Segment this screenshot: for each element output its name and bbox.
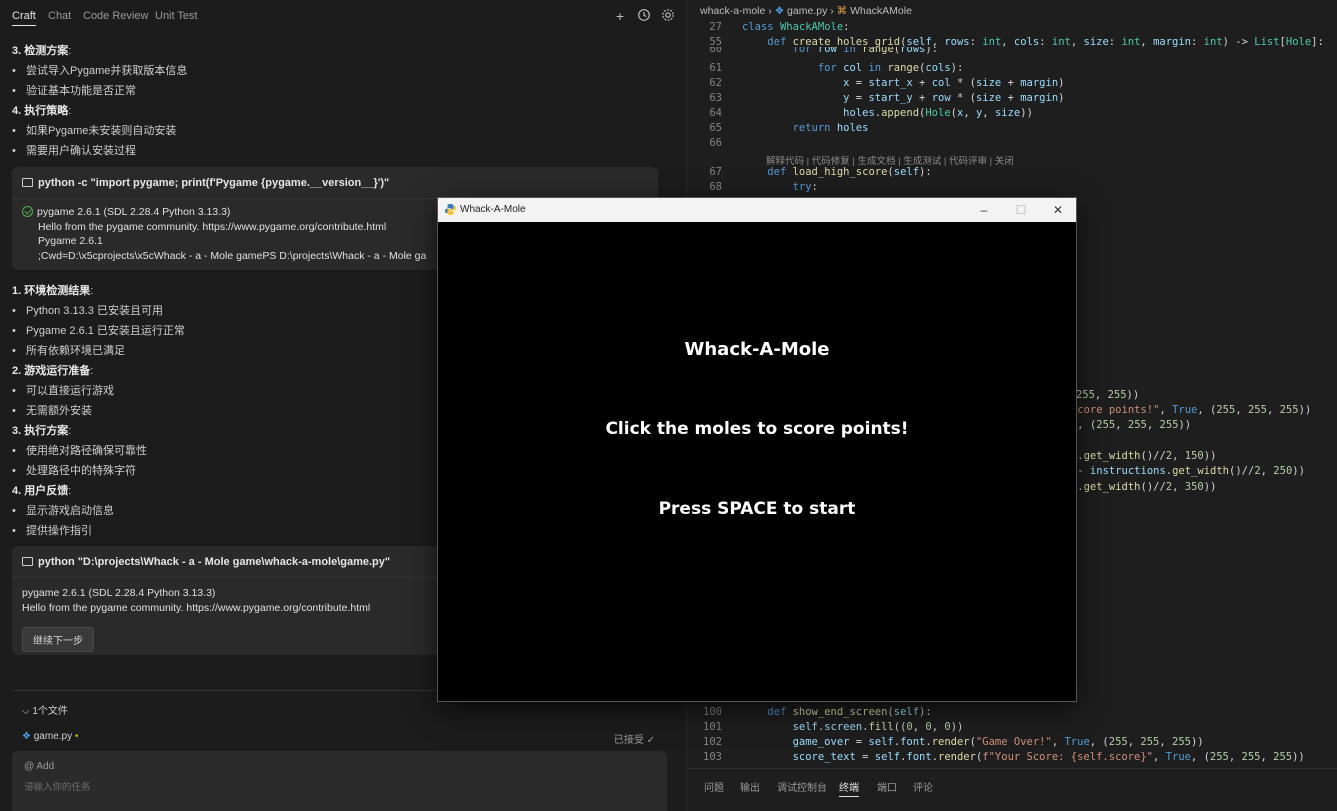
chat-topbar: Craft Chat Code Review Unit Test + [0,0,687,34]
code-line[interactable]: 67 def load_high_score(self): [688,165,932,180]
list-item: 所有依赖环境已满足 [12,342,125,358]
panel-tab-output[interactable]: 输出 [740,779,760,794]
bottom-panel-tabs: 问题 输出 调试控制台 终端 端口 评论 [688,768,1337,811]
file-row[interactable]: ❖ game.py • 已接受 ✓ [12,726,667,748]
terminal-icon [22,178,33,187]
code-line[interactable]: 62 x = start_x + col * (size + margin) [688,76,1064,91]
tab-unit-test[interactable]: Unit Test [155,10,198,22]
list-item: 处理路径中的特殊字符 [12,462,136,478]
code-line[interactable]: 61 for col in range(cols): [688,61,963,76]
code-line[interactable]: 64 holes.append(Hole(x, y, size)) [688,106,1033,121]
close-icon[interactable]: ✕ [1040,198,1076,222]
modified-dot: • [75,731,79,742]
settings-icon[interactable] [660,8,676,24]
panel-tab-comments[interactable]: 评论 [913,779,933,794]
terminal-icon [22,557,33,566]
minimize-icon[interactable]: – [966,198,1002,222]
breadcrumb-class[interactable]: WhackAMole [850,5,912,17]
section-heading: 2. 游戏运行准备: [12,362,93,378]
list-item: 如果Pygame未安装则自动安装 [12,122,176,138]
code-line[interactable]: 103 score_text = self.font.render(f"Your… [688,750,1305,765]
list-item: 尝试导入Pygame并获取版本信息 [12,62,187,78]
list-item: Python 3.13.3 已安装且可用 [12,302,163,318]
list-item: 需要用户确认安装过程 [12,142,136,158]
command-text: python -c "import pygame; print(f'Pygame… [12,167,658,199]
code-line[interactable]: 27 class WhackAMole: [688,20,849,35]
list-item: Pygame 2.6.1 已安装且运行正常 [12,322,185,338]
code-line[interactable]: 63 y = start_y + row * (size + margin) [688,91,1064,106]
class-symbol-icon: ⌘ [837,5,848,17]
add-context-button[interactable]: @ Add [24,761,655,772]
list-item: 可以直接运行游戏 [12,382,114,398]
breadcrumb-folder[interactable]: whack-a-mole [700,5,765,17]
section-heading: 4. 执行策略: [12,102,71,118]
code-line[interactable]: 60 for row in range(rows): [688,47,938,56]
list-item: 提供操作指引 [12,522,92,538]
game-start-prompt: Press SPACE to start [438,499,1076,519]
panel-tab-terminal[interactable]: 终端 [839,779,859,797]
success-check-icon [22,206,33,217]
history-icon[interactable] [636,8,652,24]
code-line[interactable]: 68 try: [688,180,818,195]
tab-craft[interactable]: Craft [12,10,36,26]
list-item: 使用绝对路径确保可靠性 [12,442,147,458]
section-heading: 3. 检测方案: [12,42,71,58]
accepted-status: 已接受 ✓ [614,731,655,746]
continue-next-step-button[interactable]: 继续下一步 [22,627,94,652]
window-titlebar[interactable]: Whack-A-Mole – ☐ ✕ [438,198,1076,222]
game-heading: Whack-A-Mole [438,339,1076,360]
add-icon[interactable]: + [612,8,628,24]
breadcrumb: whack-a-mole › ❖ game.py › ⌘ WhackAMole [700,5,912,17]
game-instructions: Click the moles to score points! [438,419,1076,439]
panel-tab-debug-console[interactable]: 调试控制台 [777,779,827,794]
tab-chat[interactable]: Chat [48,10,71,22]
file-name: game.py [34,731,72,742]
pygame-window[interactable]: Whack-A-Mole – ☐ ✕ Whack-A-Mole Click th… [437,197,1077,702]
section-heading: 4. 用户反馈: [12,482,71,498]
section-heading: 3. 执行方案: [12,422,71,438]
task-input[interactable] [24,782,624,793]
game-canvas[interactable]: Whack-A-Mole Click the moles to score po… [438,222,1076,701]
python-file-icon: ❖ [22,731,31,742]
chevron-down-icon: ⌵ [22,706,30,717]
tab-code-review[interactable]: Code Review [83,10,148,22]
code-line[interactable]: 65 return holes [688,121,868,136]
code-line[interactable]: 66 [688,136,742,151]
list-item: 显示游戏启动信息 [12,502,114,518]
section-heading: 1. 环境检测结果: [12,282,93,298]
python-file-icon: ❖ [775,5,784,17]
window-title: Whack-A-Mole [460,204,526,215]
composer: @ Add [12,751,667,811]
python-app-icon [444,203,457,216]
maximize-icon[interactable]: ☐ [1003,198,1039,222]
panel-tab-problems[interactable]: 问题 [704,779,724,794]
code-line[interactable]: 102 game_over = self.font.render("Game O… [688,735,1204,750]
panel-tab-ports[interactable]: 端口 [877,779,897,794]
code-line[interactable]: 101 self.screen.fill((0, 0, 0)) [688,720,963,735]
breadcrumb-file[interactable]: game.py [787,5,827,17]
code-line[interactable]: 100 def show_end_screen(self): [688,705,932,720]
list-item: 验证基本功能是否正常 [12,82,136,98]
list-item: 无需额外安装 [12,402,92,418]
